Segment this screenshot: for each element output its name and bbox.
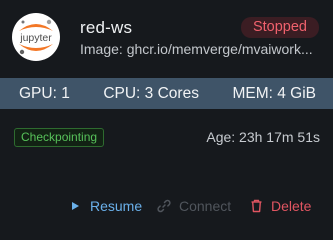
jupyter-logo-text: jupyter — [19, 32, 52, 44]
connect-button[interactable]: Connect — [157, 198, 231, 214]
mem-spec: MEM: 4 GiB — [232, 84, 316, 102]
image-label: Image: ghcr.io/memverge/mvaiwork... — [80, 41, 313, 57]
play-icon — [68, 199, 82, 213]
card-actions: Resume Connect Delete — [0, 196, 333, 220]
gpu-spec: GPU: 1 — [19, 84, 70, 102]
workspace-card: jupyter red-ws Stopped Image: ghcr.io/me… — [0, 0, 333, 240]
cpu-spec: CPU: 3 Cores — [103, 84, 199, 102]
delete-label: Delete — [271, 198, 312, 214]
resume-label: Resume — [90, 198, 143, 214]
delete-button[interactable]: Delete — [249, 198, 311, 214]
jupyter-logo-icon: jupyter — [12, 13, 60, 61]
workspace-name: red-ws — [80, 18, 133, 37]
resource-bar: GPU: 1 CPU: 3 Cores MEM: 4 GiB — [0, 78, 333, 109]
status-badge: Stopped — [240, 17, 319, 38]
age-label: Age: 23h 17m 51s — [206, 129, 320, 145]
card-header: jupyter red-ws Stopped Image: ghcr.io/me… — [0, 0, 333, 78]
checkpointing-badge: Checkpointing — [14, 128, 105, 147]
connect-label: Connect — [179, 198, 232, 214]
trash-icon — [249, 199, 263, 213]
link-icon — [157, 199, 171, 213]
resume-button[interactable]: Resume — [68, 198, 142, 214]
workspace-meta: Checkpointing Age: 23h 17m 51s — [0, 126, 333, 150]
